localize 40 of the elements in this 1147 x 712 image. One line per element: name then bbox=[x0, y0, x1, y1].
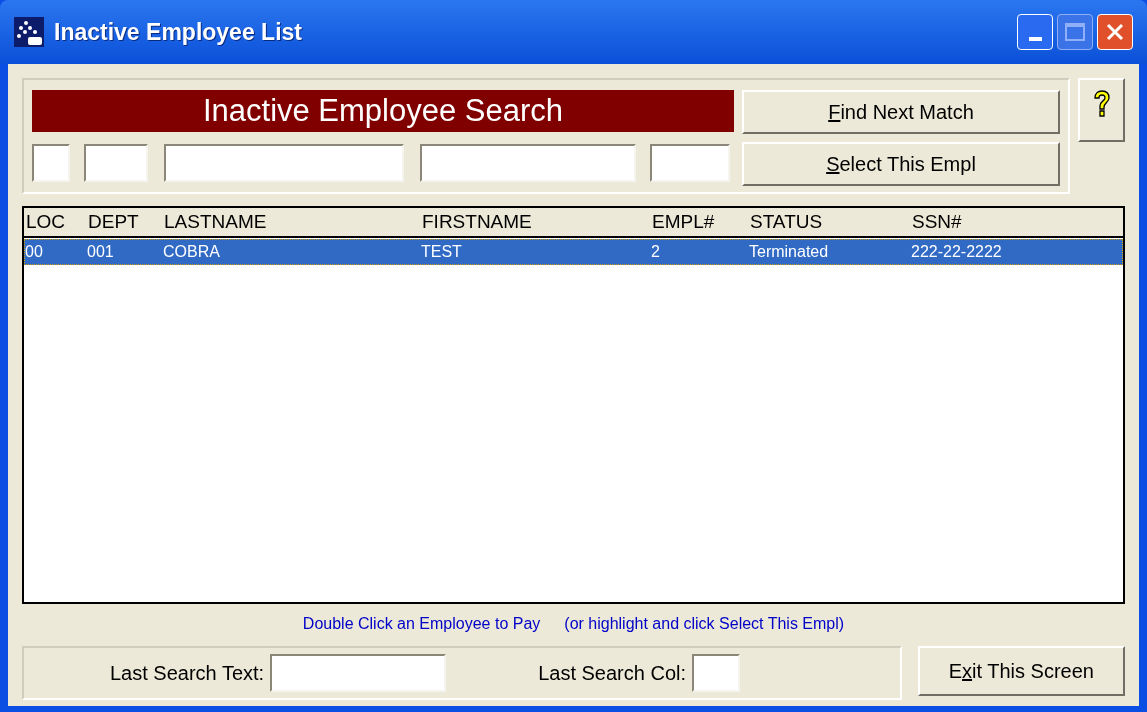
search-field[interactable] bbox=[164, 144, 404, 182]
close-icon bbox=[1105, 22, 1125, 42]
column-header[interactable]: DEPT bbox=[88, 208, 164, 237]
column-header[interactable]: LOC bbox=[26, 208, 88, 237]
table-cell-text: COBRA bbox=[163, 242, 221, 262]
maximize-icon bbox=[1065, 23, 1085, 41]
search-field[interactable] bbox=[420, 144, 636, 182]
last-search-text-field[interactable] bbox=[270, 654, 447, 692]
column-header[interactable]: EMPL# bbox=[652, 208, 750, 237]
table-cell-text: TEST bbox=[421, 242, 463, 262]
column-header[interactable]: SSN# bbox=[912, 208, 1123, 237]
app-icon bbox=[14, 17, 44, 47]
search-field[interactable] bbox=[650, 144, 730, 182]
table-cell-text: Terminated bbox=[749, 242, 830, 262]
last-search-text-label: Last Search Text: bbox=[110, 661, 265, 686]
last-search-col-label: Last Search Col: bbox=[538, 661, 687, 686]
hint-text: (or highlight and click Select This Empl) bbox=[564, 614, 845, 634]
exit-button[interactable]: Exit This Screen bbox=[917, 646, 1125, 696]
search-banner: Inactive Employee Search bbox=[32, 90, 734, 132]
table-cell-text: 222-22-2222 bbox=[911, 242, 1003, 262]
column-header[interactable]: STATUS bbox=[750, 208, 912, 237]
select-button[interactable]: Select This Empl bbox=[742, 142, 1060, 186]
table-cell-text: 001 bbox=[87, 242, 115, 262]
search-field[interactable] bbox=[84, 144, 148, 182]
column-header[interactable]: LASTNAME bbox=[164, 208, 422, 237]
minimize-button[interactable] bbox=[1017, 14, 1053, 50]
question-icon bbox=[1092, 90, 1111, 118]
last-search-col-field[interactable] bbox=[692, 654, 741, 692]
close-button[interactable] bbox=[1097, 14, 1133, 50]
search-field[interactable] bbox=[32, 144, 70, 182]
find-next-button[interactable]: Find Next Match bbox=[742, 90, 1060, 134]
hint-text: Double Click an Employee to Pay bbox=[302, 614, 541, 634]
help-button[interactable] bbox=[1078, 78, 1125, 142]
column-header[interactable]: FIRSTNAME bbox=[422, 208, 652, 237]
table-cell-text: 2 bbox=[651, 242, 661, 262]
table-row[interactable]: 00 001 COBRA TEST 2 Terminated 222-22-2222 bbox=[24, 239, 1123, 265]
window-title: Inactive Employee List bbox=[54, 17, 302, 47]
maximize-button[interactable] bbox=[1057, 14, 1093, 50]
table-cell-text: 00 bbox=[25, 242, 44, 262]
minimize-icon bbox=[1028, 37, 1042, 41]
